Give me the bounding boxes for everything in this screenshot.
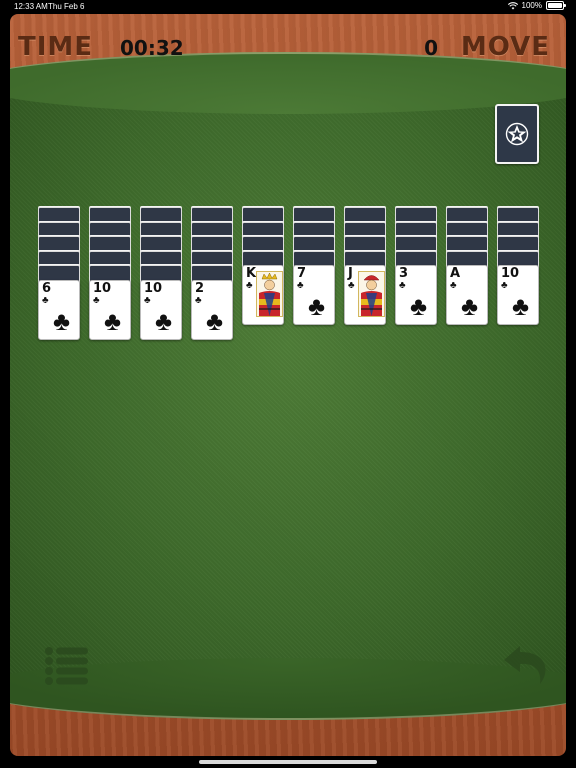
club-suit-icon: ♣ xyxy=(450,280,457,291)
club-suit-icon: ♣ xyxy=(308,291,326,321)
jack-portrait-icon xyxy=(358,271,385,317)
wooden-table-frame: TIME 00:32 0 MOVE 6 ♣ ♣ 10 ♣ ♣ 10 ♣ ♣ 2 ♣ ♣ K ♣ 7 ♣ ♣ J ♣ 3… xyxy=(10,14,566,756)
time-value: 00:32 xyxy=(120,36,184,60)
card-rank: 2 xyxy=(195,280,205,296)
card-rank: J xyxy=(348,266,353,281)
game-screen: 12:33 AM Thu Feb 6 100% TIME 00:32 0 MOV… xyxy=(0,0,576,768)
club-suit-icon: ♣ xyxy=(512,291,530,321)
club-suit-icon: ♣ xyxy=(93,294,100,306)
club-suit-icon: ♣ xyxy=(155,305,173,336)
felt-bottom-edge xyxy=(10,658,566,720)
card-rank: 3 xyxy=(399,266,409,281)
time-label: TIME xyxy=(18,32,94,62)
club-suit-icon: ♣ xyxy=(104,305,122,336)
move-count: 0 xyxy=(424,36,438,60)
face-up-card[interactable]: K ♣ xyxy=(242,265,284,325)
star-emblem-icon xyxy=(505,122,529,146)
card-rank: K xyxy=(246,266,257,281)
club-suit-icon: ♣ xyxy=(144,294,151,306)
face-up-card[interactable]: 7 ♣ ♣ xyxy=(293,265,335,325)
club-suit-icon: ♣ xyxy=(246,280,253,291)
face-up-card[interactable]: A ♣ ♣ xyxy=(446,265,488,325)
status-time: 12:33 AM xyxy=(14,2,48,11)
status-right: 100% xyxy=(507,1,566,10)
undo-arrow-icon[interactable] xyxy=(498,638,556,690)
wifi-icon xyxy=(507,1,518,9)
status-date: Thu Feb 6 xyxy=(48,2,85,11)
club-suit-icon: ♣ xyxy=(461,291,479,321)
face-up-card[interactable]: 6 ♣ ♣ xyxy=(38,279,80,340)
move-label: MOVE xyxy=(460,32,550,62)
card-rank: 7 xyxy=(297,266,307,281)
battery-icon xyxy=(546,1,566,10)
club-suit-icon: ♣ xyxy=(348,280,355,291)
card-rank: 10 xyxy=(93,280,112,296)
king-portrait-icon xyxy=(256,271,283,317)
club-suit-icon: ♣ xyxy=(410,291,428,321)
stock-pile[interactable] xyxy=(495,104,539,164)
felt-play-area xyxy=(10,70,566,684)
club-suit-icon: ♣ xyxy=(399,280,406,291)
status-bar: 12:33 AM Thu Feb 6 100% xyxy=(0,0,576,12)
card-rank: 6 xyxy=(42,280,52,296)
club-suit-icon: ♣ xyxy=(501,280,508,291)
face-up-card[interactable]: 10 ♣ ♣ xyxy=(89,279,131,340)
club-suit-icon: ♣ xyxy=(297,280,304,291)
card-rank: A xyxy=(450,266,461,281)
club-suit-icon: ♣ xyxy=(195,294,202,306)
card-rank: 10 xyxy=(144,280,163,296)
card-rank: 10 xyxy=(501,266,520,281)
club-suit-icon: ♣ xyxy=(42,294,49,306)
face-up-card[interactable]: 2 ♣ ♣ xyxy=(191,279,233,340)
club-suit-icon: ♣ xyxy=(53,305,71,336)
face-up-card[interactable]: 3 ♣ ♣ xyxy=(395,265,437,325)
face-up-card[interactable]: 10 ♣ ♣ xyxy=(497,265,539,325)
face-up-card[interactable]: 10 ♣ ♣ xyxy=(140,279,182,340)
club-suit-icon: ♣ xyxy=(206,305,224,336)
battery-percent: 100% xyxy=(521,1,542,10)
face-up-card[interactable]: J ♣ xyxy=(344,265,386,325)
home-indicator xyxy=(199,760,377,764)
menu-list-icon[interactable] xyxy=(44,646,90,686)
